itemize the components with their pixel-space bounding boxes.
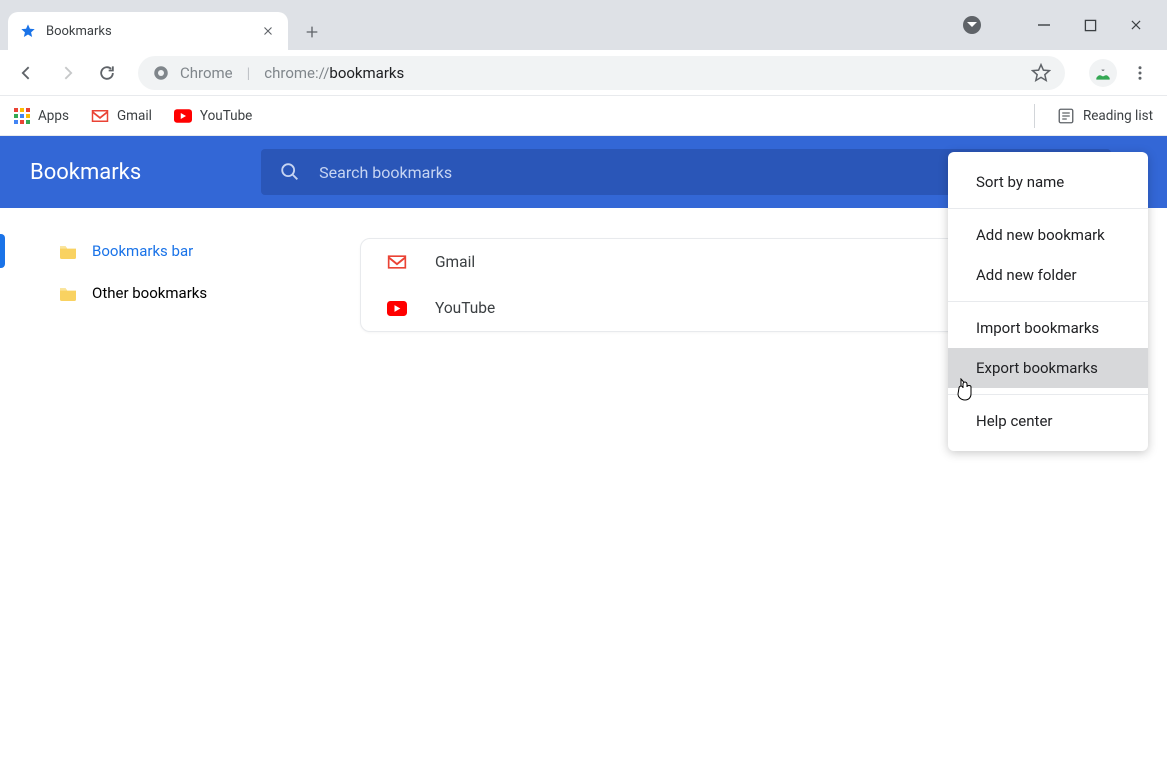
address-bar[interactable]: Chrome | chrome://bookmarks [138,56,1065,90]
url-prefix: Chrome [180,64,233,82]
forward-button[interactable] [50,56,84,90]
reading-list-label: Reading list [1083,108,1153,124]
browser-tab[interactable]: Bookmarks [8,12,288,50]
bookmark-star-icon[interactable] [1031,63,1051,83]
maximize-button[interactable] [1081,16,1099,34]
divider [948,301,1148,302]
gmail-icon [387,254,407,270]
apps-icon [14,108,30,124]
divider [948,394,1148,395]
bookmark-label: Gmail [435,253,475,271]
tab-strip: Bookmarks [0,0,1167,50]
sidebar-item-label: Bookmarks bar [92,242,193,260]
page-title: Bookmarks [30,160,141,185]
reload-button[interactable] [90,56,124,90]
youtube-shortcut[interactable]: YouTube [174,108,252,124]
gmail-shortcut[interactable]: Gmail [91,108,152,124]
url-separator: | [247,64,251,82]
minimize-button[interactable] [1035,16,1053,34]
back-button[interactable] [10,56,44,90]
menu-export-bookmarks[interactable]: Export bookmarks [948,348,1148,388]
youtube-icon [387,301,407,316]
sidebar-item-bookmarks-bar[interactable]: Bookmarks bar [0,230,360,272]
sidebar-item-label: Other bookmarks [92,284,207,302]
gmail-label: Gmail [117,108,152,124]
apps-label: Apps [38,108,69,124]
apps-shortcut[interactable]: Apps [14,108,69,124]
bookmark-label: YouTube [435,299,495,317]
bookmarks-bar: Apps Gmail YouTube Reading list [0,96,1167,136]
menu-help-center[interactable]: Help center [948,401,1148,441]
browser-toolbar: Chrome | chrome://bookmarks [0,50,1167,96]
search-icon [279,161,301,183]
menu-sort-by-name[interactable]: Sort by name [948,162,1148,202]
youtube-label: YouTube [200,108,252,124]
gmail-icon [91,109,109,123]
url-path: chrome://bookmarks [264,63,404,82]
extension-badge-icon[interactable] [963,16,981,34]
menu-import-bookmarks[interactable]: Import bookmarks [948,308,1148,348]
sidebar-item-other-bookmarks[interactable]: Other bookmarks [0,272,360,314]
close-window-button[interactable] [1127,16,1145,34]
youtube-icon [174,109,192,123]
divider [1034,104,1035,128]
profile-avatar[interactable] [1089,59,1117,87]
reading-list-button[interactable]: Reading list [1057,107,1153,125]
menu-add-folder[interactable]: Add new folder [948,255,1148,295]
window-controls [963,0,1167,50]
chrome-icon [152,64,170,82]
context-menu: Sort by name Add new bookmark Add new fo… [948,152,1148,451]
reading-list-icon [1057,107,1075,125]
folder-icon [58,285,78,301]
star-icon [20,23,36,39]
new-tab-button[interactable] [298,18,326,46]
close-icon[interactable] [260,23,276,39]
menu-add-bookmark[interactable]: Add new bookmark [948,215,1148,255]
divider [948,208,1148,209]
sidebar: Bookmarks bar Other bookmarks [0,208,360,761]
tab-title: Bookmarks [46,24,250,39]
folder-icon [58,243,78,259]
browser-menu-button[interactable] [1123,56,1157,90]
